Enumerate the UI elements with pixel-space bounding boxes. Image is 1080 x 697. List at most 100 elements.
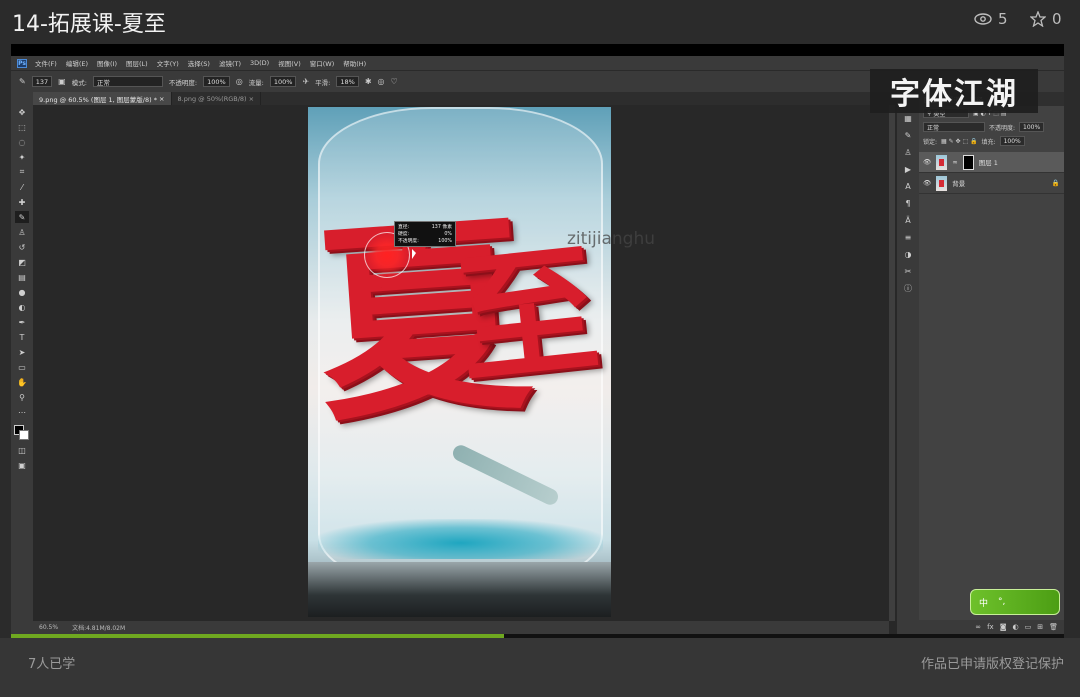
- background-color[interactable]: [19, 430, 29, 440]
- layer-row-background[interactable]: 👁 背景 🔒: [919, 173, 1064, 194]
- zoom-level[interactable]: 60.5%: [39, 624, 58, 631]
- fx-icon[interactable]: fx: [987, 623, 994, 631]
- lock-icons[interactable]: ▦ ✎ ✥ ⬚ 🔒: [941, 138, 978, 145]
- menu-3d[interactable]: 3D(D): [250, 59, 269, 67]
- smooth-label: 平滑:: [315, 78, 331, 87]
- move-tool-icon[interactable]: ✥: [15, 106, 29, 118]
- menu-edit[interactable]: 编辑(E): [66, 58, 88, 68]
- quick-mask-icon[interactable]: ◫: [15, 444, 29, 456]
- add-mask-icon[interactable]: ◙: [1000, 623, 1007, 631]
- menu-select[interactable]: 选择(S): [188, 58, 210, 68]
- video-player[interactable]: Ps 文件(F) 编辑(E) 图像(I) 图层(L) 文字(Y) 选择(S) 滤…: [11, 44, 1064, 634]
- adjustments-icon[interactable]: ◑: [902, 248, 914, 260]
- layer-opacity-input[interactable]: 100%: [1019, 122, 1045, 132]
- fill-value: 100%: [1003, 137, 1021, 145]
- shape-tool-icon[interactable]: ▭: [15, 361, 29, 373]
- tools-icon[interactable]: ✂: [902, 265, 914, 277]
- crop-tool-icon[interactable]: ⌗: [15, 166, 29, 178]
- brush-info-tooltip: 直径: 137 像素 硬度: 0% 不透明度: 100%: [394, 221, 456, 247]
- zoom-tool-icon[interactable]: ⚲: [15, 391, 29, 403]
- gradient-tool-icon[interactable]: ▤: [15, 271, 29, 283]
- character-icon[interactable]: A: [902, 180, 914, 192]
- layer-mask-thumbnail[interactable]: [962, 154, 974, 170]
- ime-toolbar[interactable]: 中 °,: [970, 589, 1060, 615]
- trash-icon[interactable]: 🗑: [1049, 623, 1058, 631]
- close-icon[interactable]: ×: [249, 95, 254, 103]
- brush-panel-icon[interactable]: ▣: [58, 77, 66, 86]
- menu-filter[interactable]: 滤镜(T): [219, 58, 241, 68]
- brush-tool-icon[interactable]: ✎: [19, 77, 26, 86]
- more-tools-icon[interactable]: ⋯: [15, 406, 29, 418]
- chain-link-icon[interactable]: ∞: [952, 158, 957, 166]
- history-brush-tool-icon[interactable]: ↺: [15, 241, 29, 253]
- stars-count: 0: [1052, 10, 1062, 28]
- brush-settings-icon[interactable]: ✎: [902, 129, 914, 141]
- lasso-tool-icon[interactable]: ◌: [15, 136, 29, 148]
- layer-row-layer1[interactable]: 👁 ∞ 图层 1: [919, 152, 1064, 173]
- path-select-tool-icon[interactable]: ➤: [15, 346, 29, 358]
- screen-mode-icon[interactable]: ▣: [15, 459, 29, 471]
- opacity-input[interactable]: 100%: [203, 76, 230, 87]
- marquee-tool-icon[interactable]: ⬚: [15, 121, 29, 133]
- menu-type[interactable]: 文字(Y): [157, 58, 179, 68]
- link-layers-icon[interactable]: ∞: [975, 623, 981, 631]
- color-swatches[interactable]: [14, 425, 30, 441]
- stamp-tool-icon[interactable]: ♙: [15, 226, 29, 238]
- eyedropper-tool-icon[interactable]: ⁄: [15, 181, 29, 193]
- photoshop-window: Ps 文件(F) 编辑(E) 图像(I) 图层(L) 文字(Y) 选择(S) 滤…: [11, 56, 1064, 634]
- healing-tool-icon[interactable]: ✚: [15, 196, 29, 208]
- eraser-tool-icon[interactable]: ◩: [15, 256, 29, 268]
- gear-icon[interactable]: ✱: [365, 77, 372, 86]
- clone-source-icon[interactable]: ♙: [902, 146, 914, 158]
- type-tool-icon[interactable]: T: [15, 331, 29, 343]
- vertical-scrollbar[interactable]: [889, 105, 895, 621]
- airbrush-icon[interactable]: ✈: [302, 77, 309, 86]
- visibility-eye-icon[interactable]: 👁: [923, 179, 931, 187]
- menu-view[interactable]: 视图(V): [278, 58, 301, 68]
- visibility-eye-icon[interactable]: 👁: [923, 158, 931, 166]
- tooltip-opacity-value: 100%: [438, 239, 452, 244]
- favorite-button[interactable]: 0: [1030, 10, 1062, 28]
- top-header: 14-拓展课-夏至 5 0: [0, 0, 1080, 42]
- ime-mode-label[interactable]: 中: [979, 596, 988, 609]
- pressure-opacity-icon[interactable]: ◎: [236, 77, 243, 86]
- actions-icon[interactable]: ▶: [902, 163, 914, 175]
- layer-name[interactable]: 背景: [952, 178, 1047, 188]
- pressure-size-icon[interactable]: ◎: [378, 77, 385, 86]
- brush-tool-icon-active[interactable]: ✎: [15, 211, 29, 223]
- brush-preset-picker[interactable]: 137: [31, 76, 53, 87]
- close-icon[interactable]: ×: [159, 95, 164, 103]
- menu-image[interactable]: 图像(I): [97, 58, 117, 68]
- menu-layer[interactable]: 图层(L): [126, 58, 148, 68]
- smooth-value: 18%: [340, 77, 355, 86]
- tab-document-8[interactable]: 8.png @ 50%(RGB/8) ×: [172, 92, 262, 105]
- menu-file[interactable]: 文件(F): [35, 58, 57, 68]
- fill-input[interactable]: 100%: [999, 136, 1025, 146]
- menu-window[interactable]: 窗口(W): [310, 58, 335, 68]
- ime-punct-icon[interactable]: °,: [998, 597, 1005, 607]
- smooth-input[interactable]: 18%: [336, 76, 359, 87]
- histogram-icon[interactable]: ▦: [902, 112, 914, 124]
- pen-tool-icon[interactable]: ✒: [15, 316, 29, 328]
- artwork-image[interactable]: 夏 至 直径: 137 像素 硬度: 0% 不透明度: 100%: [308, 107, 611, 617]
- magic-wand-tool-icon[interactable]: ✦: [15, 151, 29, 163]
- menu-help[interactable]: 帮助(H): [343, 58, 366, 68]
- new-group-icon[interactable]: ▭: [1025, 623, 1032, 631]
- properties-icon[interactable]: ≡: [902, 231, 914, 243]
- paragraph-icon[interactable]: ¶: [902, 197, 914, 209]
- blur-tool-icon[interactable]: ●: [15, 286, 29, 298]
- tab-label: 8.png @ 50%(RGB/8): [177, 94, 247, 103]
- adjustment-layer-icon[interactable]: ◐: [1013, 623, 1019, 631]
- info-icon[interactable]: ⓘ: [902, 282, 914, 294]
- layer-name[interactable]: 图层 1: [979, 157, 998, 167]
- hand-tool-icon[interactable]: ✋: [15, 376, 29, 388]
- symmetry-icon[interactable]: ♡: [391, 77, 398, 86]
- new-layer-icon[interactable]: ⊞: [1037, 623, 1043, 631]
- flow-input[interactable]: 100%: [269, 76, 297, 87]
- blend-mode-select[interactable]: 正常: [923, 122, 985, 132]
- mode-select[interactable]: 正常: [92, 76, 163, 87]
- glyphs-icon[interactable]: Ä: [902, 214, 914, 226]
- copyright-notice: 作品已申请版权登记保护: [920, 657, 1064, 672]
- tab-document-9[interactable]: 9.png @ 60.5% (图层 1, 图层蒙版/8) * ×: [33, 92, 172, 105]
- dodge-tool-icon[interactable]: ◐: [15, 301, 29, 313]
